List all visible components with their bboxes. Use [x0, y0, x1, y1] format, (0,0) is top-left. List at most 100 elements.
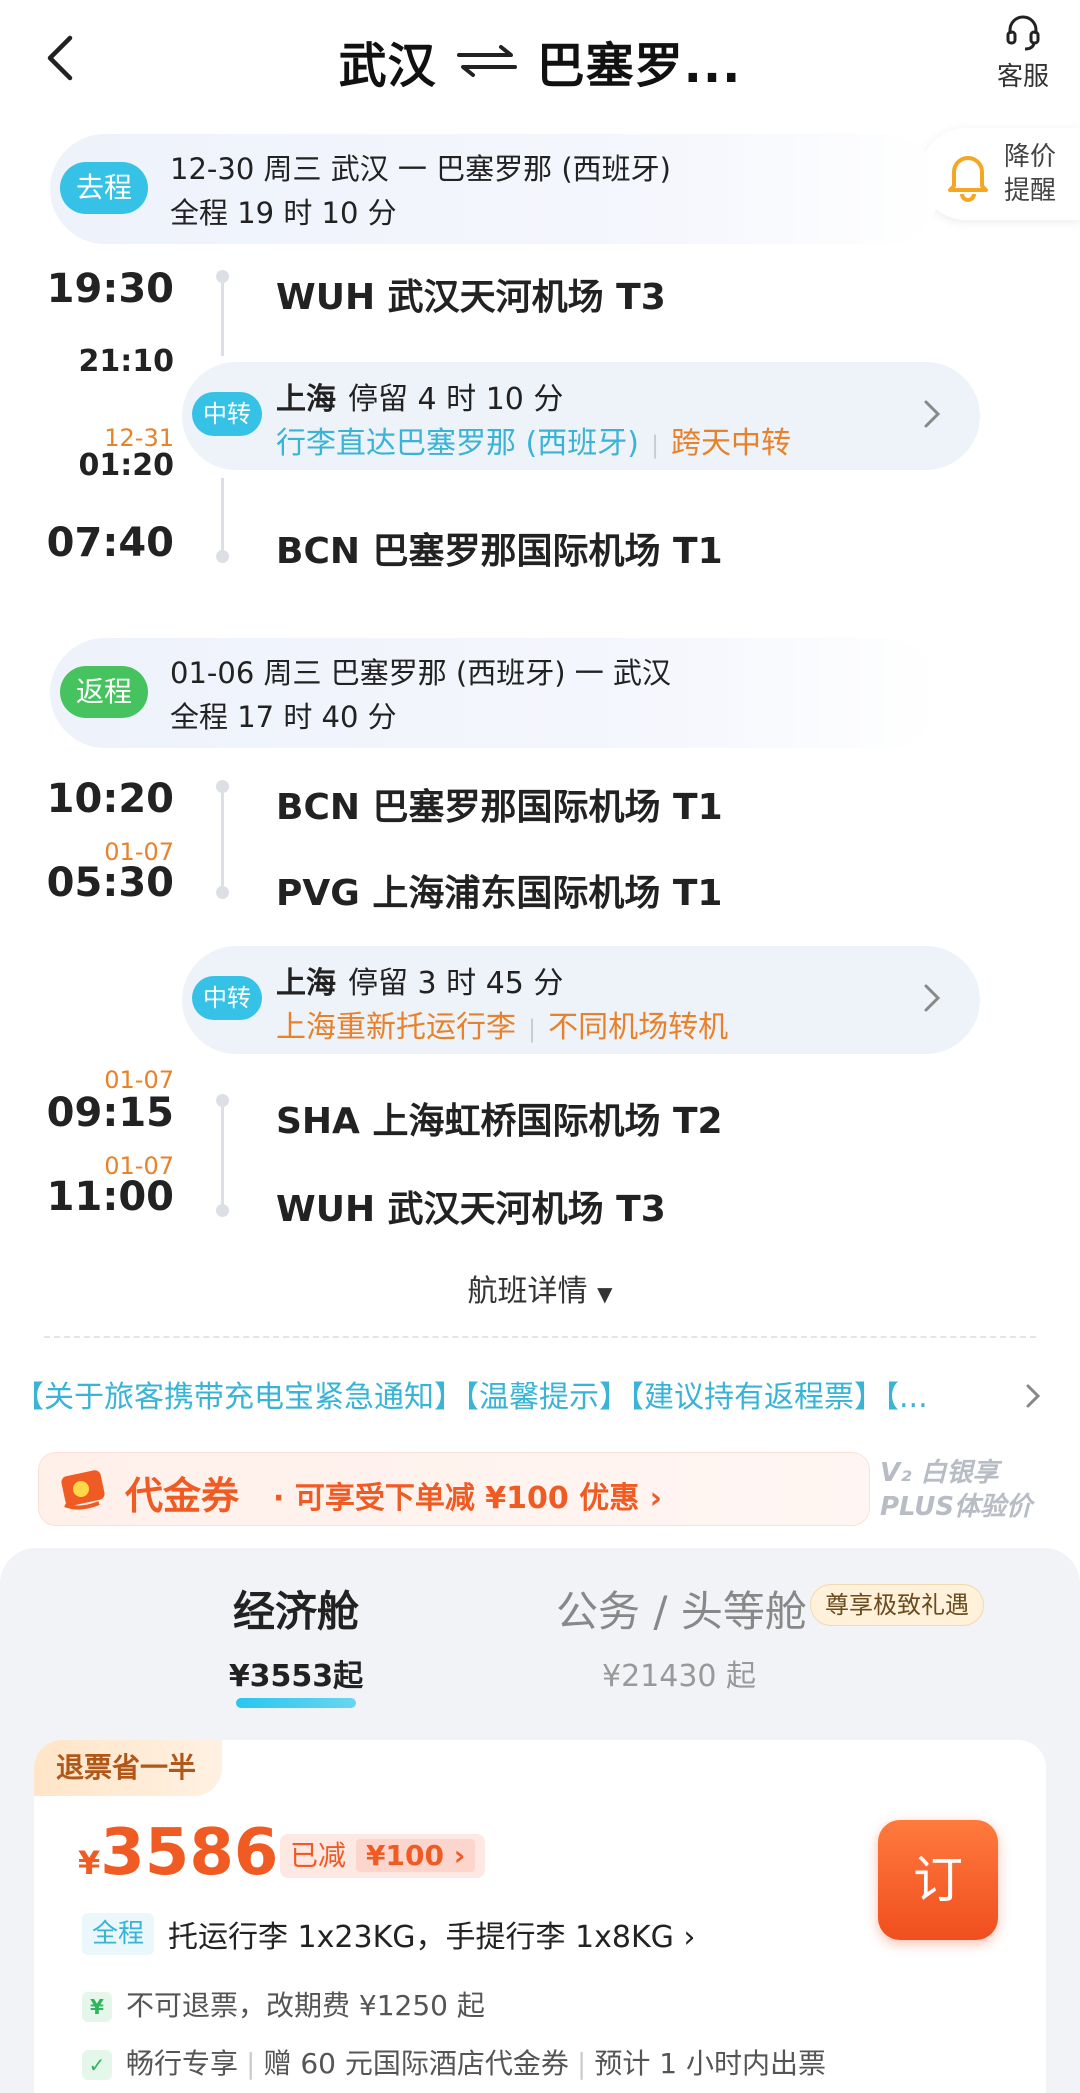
transfer-overnight: 跨天中转	[671, 426, 792, 461]
caret-down-icon: ▼	[597, 1282, 613, 1306]
transfer-info: 上海重新托运行李 | 不同机场转机	[276, 1010, 729, 1045]
perks-row: ✓ 畅行专享 | 赠 60 元国际酒店代金券 | 预计 1 小时内出票	[82, 2042, 826, 2082]
transfer-dep-time: 01:20	[78, 448, 175, 483]
outbound-badge: 去程	[60, 162, 148, 214]
timeline-dot	[216, 1204, 229, 1217]
transfer-info: 行李直达巴塞罗那 (西班牙) | 跨天中转	[276, 426, 792, 461]
timeline-line	[221, 786, 224, 886]
title-origin: 武汉	[338, 38, 437, 94]
plus-line1: V₂ 白银享	[880, 1458, 999, 1488]
timeline-line	[221, 276, 224, 356]
return-transfer[interactable]: 中转 上海 停留 3 时 45 分 上海重新托运行李 | 不同机场转机	[182, 946, 980, 1054]
price-drop-label: 降价提醒	[1004, 142, 1057, 206]
tab-economy[interactable]: 经济舱 ¥3553起	[196, 1578, 396, 1708]
return-leg2-arr-time: 11:00	[46, 1174, 174, 1220]
discount-label: 已减	[290, 1839, 347, 1872]
timeline-dot	[216, 1094, 229, 1107]
return-leg2-arr-airport: WUH 武汉天河机场 T3	[276, 1189, 666, 1230]
baggage-scope-tag: 全程	[82, 1913, 155, 1955]
top-bar: 武汉 巴塞罗... 客服	[0, 0, 1080, 120]
refund-tag: 退票省一半	[34, 1740, 223, 1796]
timeline-dot	[216, 886, 229, 899]
price-drop-reminder[interactable]: 降价提醒	[920, 128, 1080, 220]
return-leg2-dep-time: 09:15	[46, 1090, 174, 1136]
refund-rule-row[interactable]: ¥ 不可退票，改期费 ¥1250 起	[82, 1984, 485, 2024]
page-title: 武汉 巴塞罗...	[0, 26, 1080, 96]
transfer-different-airport: 不同机场转机	[548, 1010, 729, 1045]
plus-trial-price: V₂ 白银享 PLUS体验价	[880, 1456, 1040, 1524]
baggage-allowance: 托运行李 1x23KG，手提行李 1x8KG ›	[168, 1920, 696, 1955]
return-leg1-arr-time: 05:30	[46, 860, 174, 906]
timeline-dot	[216, 780, 229, 793]
headset-icon	[1006, 15, 1040, 51]
flight-details-label: 航班详情	[467, 1274, 588, 1309]
perk-fast: 畅行专享	[126, 2047, 239, 2080]
outbound-dep-time: 19:30	[46, 266, 174, 312]
voucher-text: · 可享受下单减 ¥100 优惠 ›	[273, 1481, 663, 1516]
economy-price: ¥3553起	[228, 1659, 364, 1694]
economy-label: 经济舱	[232, 1587, 359, 1636]
tab-business-first[interactable]: 公务 / 头等舱 ¥21430 起	[556, 1578, 807, 1695]
outbound-header: 去程 12-30 周三 武汉 一 巴塞罗那 (西班牙) 全程 19 时 10 分	[50, 134, 940, 244]
yen-icon: ¥	[82, 1992, 112, 2022]
outbound-arr-airport: BCN 巴塞罗那国际机场 T1	[276, 531, 723, 572]
customer-service-button[interactable]: 客服	[988, 12, 1058, 93]
return-duration: 全程 17 时 40 分	[170, 700, 397, 734]
baggage-row[interactable]: 全程 托运行李 1x23KG，手提行李 1x8KG ›	[82, 1912, 695, 1956]
outbound-route: 12-30 周三 武汉 一 巴塞罗那 (西班牙)	[170, 152, 671, 186]
title-destination: 巴塞罗...	[536, 38, 742, 94]
transfer-city: 上海	[276, 966, 336, 1001]
voucher-banner[interactable]: 代金券 · 可享受下单减 ¥100 优惠 ›	[38, 1452, 870, 1526]
bell-icon	[948, 156, 988, 202]
premium-badge: 尊享极致礼遇	[810, 1584, 984, 1626]
business-price: ¥21430 起	[602, 1659, 757, 1694]
check-icon: ✓	[82, 2050, 112, 2080]
discount-badge[interactable]: 已减 ¥100 ›	[280, 1834, 486, 1878]
timeline-dot	[216, 270, 229, 283]
round-trip-icon	[456, 45, 517, 77]
discount-amount: ¥100 ›	[356, 1839, 476, 1872]
transfer-stay: 上海 停留 3 时 45 分	[276, 958, 563, 1002]
customer-service-label: 客服	[996, 62, 1049, 92]
timeline-dot	[216, 550, 229, 563]
voucher-title: 代金券	[125, 1474, 240, 1518]
divider	[44, 1336, 1036, 1338]
active-tab-underline	[236, 1698, 356, 1708]
currency-symbol: ¥	[78, 1844, 101, 1882]
transfer-badge: 中转	[192, 976, 262, 1020]
perk-hotel-voucher: 赠 60 元国际酒店代金券	[263, 2047, 569, 2080]
outbound-duration: 全程 19 时 10 分	[170, 196, 397, 230]
book-button[interactable]: 订	[878, 1820, 998, 1940]
business-label: 公务 / 头等舱	[556, 1587, 807, 1636]
outbound-dep-airport: WUH 武汉天河机场 T3	[276, 277, 666, 318]
chevron-right-icon	[924, 400, 941, 428]
outbound-arr-time: 07:40	[46, 520, 174, 566]
return-header: 返程 01-06 周三 巴塞罗那 (西班牙) 一 武汉 全程 17 时 40 分	[50, 638, 940, 748]
chevron-right-icon[interactable]	[1024, 1382, 1042, 1410]
transfer-recheck: 上海重新托运行李	[276, 1010, 516, 1045]
fare-card[interactable]: 退票省一半 ¥3586 已减 ¥100 › 订 全程 托运行李 1x23KG，手提行…	[34, 1740, 1046, 2093]
transfer-stay: 上海 停留 4 时 10 分	[276, 374, 563, 418]
transfer-duration: 停留 4 时 10 分	[348, 382, 564, 417]
transfer-arr-time: 21:10	[78, 344, 175, 379]
return-route: 01-06 周三 巴塞罗那 (西班牙) 一 武汉	[170, 656, 671, 690]
timeline-line	[221, 478, 224, 558]
return-leg1-dep-airport: BCN 巴塞罗那国际机场 T1	[276, 787, 723, 828]
refund-rule: 不可退票，改期费 ¥1250 起	[126, 1989, 485, 2022]
transfer-city: 上海	[276, 382, 336, 417]
return-leg1-arr-airport: PVG 上海浦东国际机场 T1	[276, 873, 723, 914]
return-leg1-dep-time: 10:20	[46, 776, 174, 822]
transfer-baggage-info: 行李直达巴塞罗那 (西班牙)	[276, 426, 639, 461]
plus-line2: PLUS体验价	[880, 1492, 1033, 1522]
timeline-line	[221, 1100, 224, 1210]
return-leg2-dep-airport: SHA 上海虹桥国际机场 T2	[276, 1101, 723, 1142]
outbound-transfer[interactable]: 中转 上海 停留 4 时 10 分 行李直达巴塞罗那 (西班牙) | 跨天中转	[182, 362, 980, 470]
flight-details-toggle[interactable]: 航班详情 ▼	[0, 1266, 1080, 1310]
perk-ticketing-time: 预计 1 小时内出票	[594, 2047, 826, 2080]
fare-price: ¥3586	[78, 1816, 278, 1890]
return-badge: 返程	[60, 666, 148, 718]
notice-banner[interactable]: 【关于旅客携带充电宝紧急通知】【温馨提示】【建议持有返程票】【...	[14, 1372, 1014, 1416]
flight-detail-page: 武汉 巴塞罗... 客服 降价提醒 去程 12-30 周三 武汉 一 巴塞罗那 …	[0, 0, 1080, 2093]
transfer-duration: 停留 3 时 45 分	[348, 966, 564, 1001]
chevron-right-icon	[924, 984, 941, 1012]
